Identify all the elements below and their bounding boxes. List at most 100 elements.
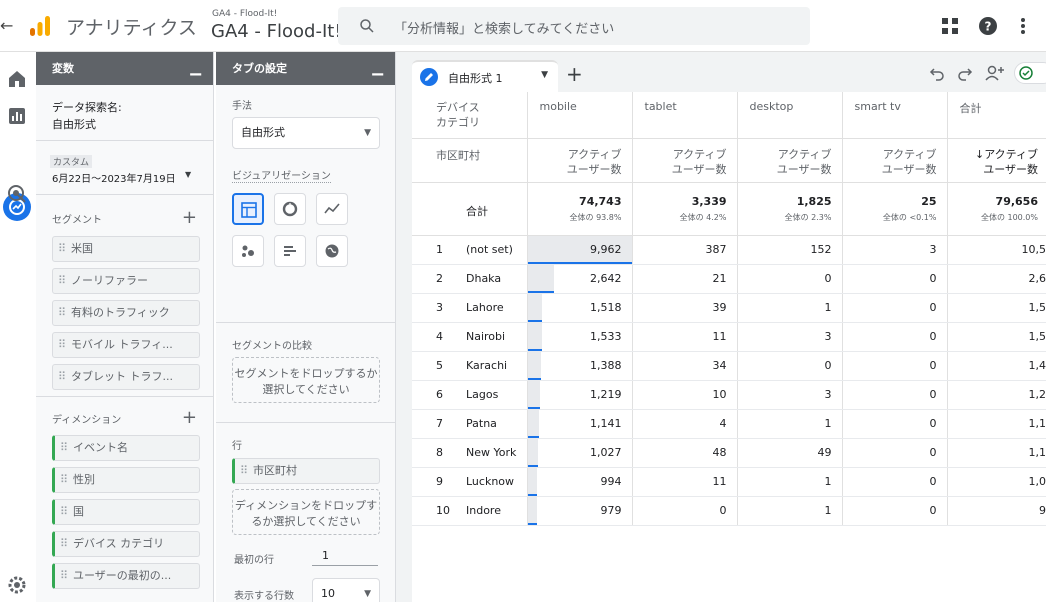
metric-cell[interactable]: 980 [946,496,1046,526]
table-row[interactable]: 1 (not set) 9,962387152310,509 [412,235,1046,265]
metric-cell[interactable]: 1,547 [946,322,1046,352]
metric-cell[interactable]: 11 [631,322,737,352]
metric-cell[interactable]: 0 [841,496,947,526]
metric-cell[interactable]: 49 [736,438,842,468]
viz-table-button[interactable] [232,193,264,225]
reports-icon[interactable] [6,105,28,127]
metric-cell[interactable]: 2,642 [526,264,632,294]
metric-cell[interactable]: 4 [631,409,737,439]
redo-icon[interactable] [956,64,974,82]
metric-cell[interactable]: 0 [736,351,842,381]
add-tab-button[interactable]: + [566,64,583,84]
metric-header[interactable]: アクティブ ユーザー数 [841,138,947,183]
metric-cell[interactable]: 1,558 [946,293,1046,323]
tab-caret-icon[interactable]: ▼ [541,70,548,80]
viz-line-button[interactable] [316,193,348,225]
metric-cell[interactable]: 1,027 [526,438,632,468]
metric-cell[interactable]: 34 [631,351,737,381]
more-vert-icon[interactable] [1013,16,1033,36]
viz-scatter-button[interactable] [232,235,264,267]
search-box[interactable]: 「分析情報」と検索してみてください [338,7,810,45]
metric-header-sorted[interactable]: ↓アクティブ ユーザー数 [946,138,1046,183]
segment-chip[interactable]: ⠿ 有料のトラフィック [52,300,200,326]
metric-cell[interactable]: 1,422 [946,351,1046,381]
metric-cell[interactable]: 10,509 [946,235,1046,265]
metric-header[interactable]: アクティブ ユーザー数 [736,138,842,183]
add-dimension-icon[interactable]: + [182,409,197,427]
segment-drop-zone[interactable]: セグメントをドロップするか選択してください [232,357,380,403]
table-row[interactable]: 2Dhaka2,64221002,663 [412,264,1046,294]
table-row[interactable]: 10Indore979010980 [412,496,1046,526]
back-arrow-icon[interactable]: ← [0,14,14,38]
metric-cell[interactable]: 2,663 [946,264,1046,294]
dimension-drop-zone[interactable]: ディメンションをドロップするか選択してください [232,489,380,535]
metric-cell[interactable]: 979 [526,496,632,526]
column-header-desktop[interactable]: desktop [736,92,842,139]
metric-cell[interactable]: 0 [841,322,947,352]
exploration-name[interactable]: 自由形式 [52,116,96,132]
share-user-icon[interactable] [984,64,1006,82]
analytics-logo[interactable] [28,14,52,38]
undo-icon[interactable] [928,64,946,82]
city-header[interactable]: 市区町村 [412,138,527,183]
metric-cell[interactable]: 1,141 [526,409,632,439]
metric-cell[interactable]: 1,232 [946,380,1046,410]
metric-cell[interactable]: 10 [631,380,737,410]
metric-cell[interactable]: 1,219 [526,380,632,410]
help-icon[interactable]: ? [978,16,998,36]
dimension-chip[interactable]: ⠿ 性別 [52,467,200,493]
metric-cell[interactable]: 1 [736,293,842,323]
segment-chip[interactable]: ⠿ 米国 [52,236,200,262]
metric-cell[interactable]: 39 [631,293,737,323]
dimension-chip[interactable]: ⠿ イベント名 [52,435,200,461]
metric-header[interactable]: アクティブ ユーザー数 [631,138,737,183]
viz-donut-button[interactable] [274,193,306,225]
metric-cell[interactable]: 0 [841,264,947,294]
metric-cell[interactable]: 3 [736,322,842,352]
account-path[interactable]: GA4 - Flood-It! [212,9,277,19]
metric-cell[interactable]: 0 [841,467,947,497]
minimize-icon[interactable]: ▁ [372,52,383,85]
metric-cell[interactable]: 11 [631,467,737,497]
metric-cell[interactable]: 1,006 [946,467,1046,497]
column-header-smart-tv[interactable]: smart tv [841,92,947,139]
metric-cell[interactable]: 0 [841,438,947,468]
home-icon[interactable] [6,68,28,90]
table-row[interactable]: 5Karachi1,38834001,422 [412,351,1046,381]
metric-cell[interactable]: 1 [736,467,842,497]
dimension-chip[interactable]: ⠿ 国 [52,499,200,525]
date-range[interactable]: 6月22日～2023年7月19日 [52,170,176,185]
metric-cell[interactable]: 48 [631,438,737,468]
dimension-chip[interactable]: ⠿ デバイス カテゴリ [52,531,200,557]
table-row[interactable]: 4 Nairobi 1,53311301,547 [412,322,1046,352]
metric-cell[interactable]: 0 [841,293,947,323]
metric-cell[interactable]: 1,518 [526,293,632,323]
date-caret-icon[interactable]: ▼ [185,170,191,179]
metric-cell[interactable]: 1,533 [526,322,632,352]
metric-cell[interactable]: 387 [631,235,737,265]
table-row[interactable]: 3 Lahore 1,51839101,558 [412,293,1046,323]
segment-chip[interactable]: ⠿ モバイル トラフィ... [52,332,200,358]
row-dimension-chip[interactable]: ⠿ 市区町村 [232,458,380,484]
dimension-chip[interactable]: ⠿ ユーザーの最初の... [52,563,200,589]
table-row[interactable]: 7 Patna 1,1414101,146 [412,409,1046,439]
technique-select[interactable]: 自由形式 ▼ [232,117,380,149]
rows-shown-select[interactable]: 10 ▼ [312,578,380,602]
date-range-section[interactable]: カスタム 6月22日～2023年7月19日 ▼ [36,141,213,195]
column-header-mobile[interactable]: mobile [526,92,632,139]
minimize-icon[interactable]: ▁ [190,52,201,85]
property-name[interactable]: GA4 - Flood-It! [211,21,342,42]
column-header-tablet[interactable]: tablet [631,92,737,139]
metric-cell[interactable]: 3 [841,235,947,265]
first-row-input[interactable]: 1 [312,549,378,566]
metric-cell[interactable]: 1 [736,496,842,526]
metric-cell[interactable]: 21 [631,264,737,294]
metric-header[interactable]: アクティブ ユーザー数 [526,138,632,183]
metric-cell[interactable]: 0 [736,264,842,294]
table-row[interactable]: 6 Lagos 1,21910301,232 [412,380,1046,410]
metric-cell[interactable]: 152 [736,235,842,265]
search-input[interactable]: 「分析情報」と検索してみてください [394,18,614,37]
segment-chip[interactable]: ⠿ タブレット トラフ... [52,364,200,390]
table-row[interactable]: 9Lucknow99411101,006 [412,467,1046,497]
metric-cell[interactable]: 1,388 [526,351,632,381]
